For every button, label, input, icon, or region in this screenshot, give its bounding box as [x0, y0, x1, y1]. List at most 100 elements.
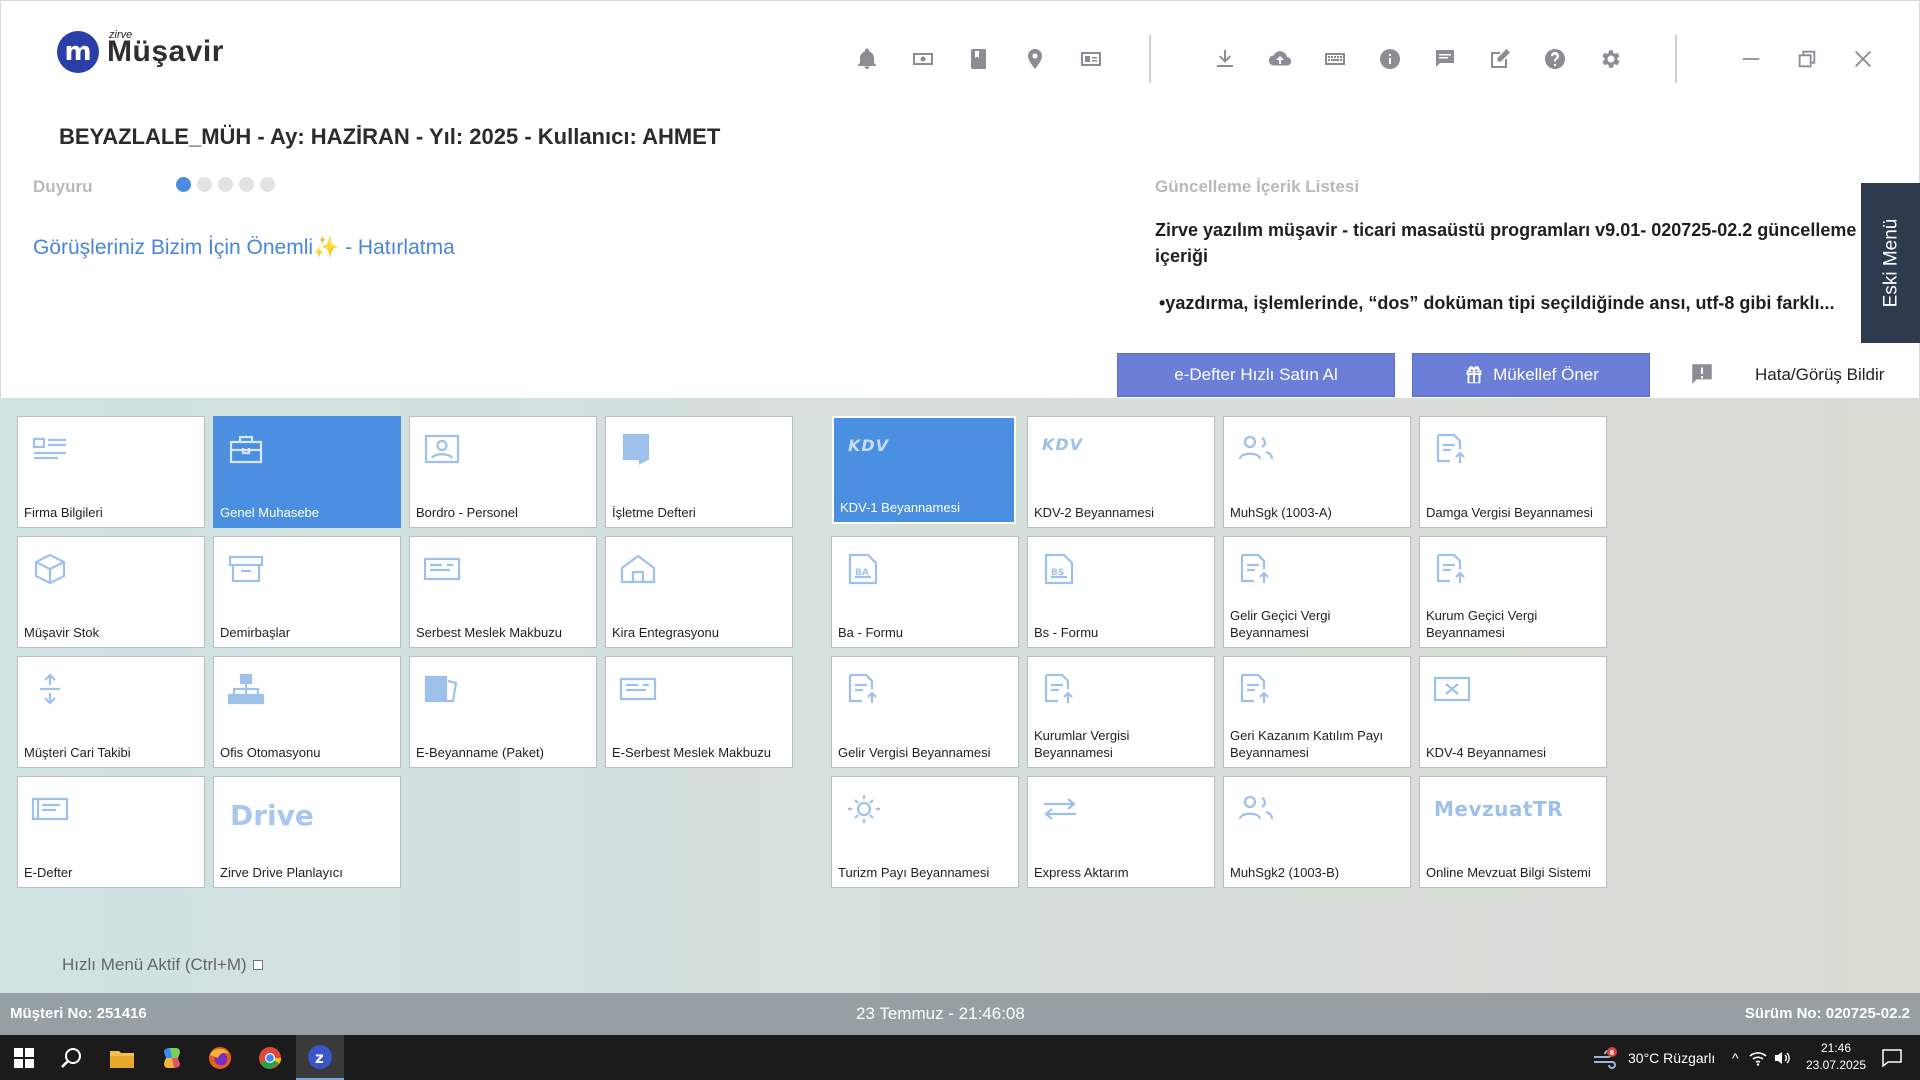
tile-gelir-vergisi[interactable]: Gelir Vergisi Beyannamesi — [831, 656, 1019, 768]
tile-label: Bordro - Personel — [416, 505, 518, 520]
tile-label: Ba - Formu — [838, 625, 904, 640]
status-bar: Müşteri No: 251416 23 Temmuz - 21:46:08 … — [0, 993, 1920, 1035]
logo-brand: zirve — [109, 29, 133, 41]
volume-icon[interactable] — [1773, 1050, 1791, 1066]
tile-label: Online Mevzuat Bilgi Sistemi — [1426, 865, 1591, 880]
tile-label: Firma Bilgileri — [24, 505, 103, 520]
tile-serbest-meslek-makbuzu[interactable]: Serbest Meslek Makbuzu — [409, 536, 597, 648]
info-icon[interactable] — [1372, 41, 1408, 77]
update-list-label: Güncelleme İçerik Listesi — [1155, 177, 1360, 196]
svg-text:6: 6 — [1610, 1049, 1615, 1057]
tile-bordro-personel[interactable]: Bordro - Personel — [409, 416, 597, 528]
tile-ba-formu[interactable]: BA Ba - Formu — [831, 536, 1019, 648]
tile-ofis-otomasyonu[interactable]: Ofis Otomasyonu — [213, 656, 401, 768]
weather-widget[interactable]: 6 30°C Rüzgarlı — [1592, 1035, 1715, 1080]
toolbar-separator — [1675, 35, 1677, 83]
quick-menu-checkbox[interactable] — [252, 960, 263, 970]
pager-dot[interactable] — [218, 177, 233, 192]
chat-icon[interactable] — [1427, 41, 1463, 77]
pager-dot[interactable] — [197, 177, 212, 192]
tile-kurumlar-vergisi[interactable]: Kurumlar Vergisi Beyannamesi — [1027, 656, 1215, 768]
tile-damga-vergisi[interactable]: Damga Vergisi Beyannamesi — [1419, 416, 1607, 528]
chrome-icon[interactable] — [246, 1035, 294, 1080]
tile-turizm-payi[interactable]: Turizm Payı Beyannamesi — [831, 776, 1019, 888]
close-button[interactable] — [1845, 41, 1881, 77]
tile-label: Kurumlar Vergisi Beyannamesi — [1034, 728, 1130, 760]
archive-icon — [226, 553, 266, 585]
doc-upload-icon — [1040, 673, 1080, 705]
tile-gelir-gecici-vergi[interactable]: Gelir Geçici Vergi Beyannamesi — [1223, 536, 1411, 648]
firefox-icon[interactable] — [196, 1035, 244, 1080]
version-number: Sürüm No: 020725-02.2 — [1744, 1005, 1910, 1022]
quick-menu-toggle[interactable]: Hızlı Menü Aktif (Ctrl+M) — [62, 955, 263, 975]
tile-demirbaslar[interactable]: Demirbaşlar — [213, 536, 401, 648]
minimize-button[interactable] — [1733, 41, 1769, 77]
feedback-link[interactable]: Hata/Görüş Bildir — [1755, 365, 1884, 385]
briefcase-icon — [226, 433, 266, 465]
kdv-logo: KDV — [1042, 435, 1084, 454]
doc-upload-icon — [1432, 433, 1472, 465]
tile-kira-entegrasyonu[interactable]: Kira Entegrasyonu — [605, 536, 793, 648]
restore-button[interactable] — [1789, 41, 1825, 77]
download-icon[interactable] — [1207, 41, 1243, 77]
tile-muhsgk2-1003b[interactable]: MuhSgk2 (1003-B) — [1223, 776, 1411, 888]
edefter-buy-button[interactable]: e-Defter Hızlı Satın Al — [1117, 353, 1395, 397]
zirve-app-icon[interactable]: z — [296, 1035, 344, 1080]
recommend-taxpayer-button[interactable]: Mükellef Öner — [1412, 353, 1650, 397]
tile-geri-kazanim-katilim-payi[interactable]: Geri Kazanım Katılım Payı Beyannamesi — [1223, 656, 1411, 768]
card-icon[interactable] — [1073, 41, 1109, 77]
announcement-link[interactable]: Görüşleriniz Bizim İçin Önemli✨ - Hatırl… — [33, 236, 455, 260]
tile-bs-formu[interactable]: BS Bs - Formu — [1027, 536, 1215, 648]
location-icon[interactable] — [1017, 41, 1053, 77]
cloud-upload-icon[interactable] — [1262, 41, 1298, 77]
windows-start-icon[interactable] — [0, 1035, 48, 1080]
ba-doc-icon: BA — [844, 553, 884, 585]
money-icon[interactable] — [905, 41, 941, 77]
tile-kdv4-beyannamesi[interactable]: KDV-4 Beyannamesi — [1419, 656, 1607, 768]
keyboard-icon[interactable] — [1317, 41, 1353, 77]
tile-label: Damga Vergisi Beyannamesi — [1426, 505, 1593, 520]
book-icon[interactable] — [961, 41, 997, 77]
gear-icon[interactable] — [1592, 41, 1628, 77]
old-menu-label: Eski Menü — [1880, 218, 1902, 308]
copilot-icon[interactable] — [148, 1035, 196, 1080]
file-explorer-icon[interactable] — [98, 1035, 146, 1080]
notification-icon[interactable] — [1872, 1035, 1912, 1080]
feedback-icon[interactable] — [1689, 361, 1715, 387]
tray-clock[interactable]: 21:46 23.07.2025 — [1796, 1040, 1876, 1074]
tile-zirve-drive-planlayici[interactable]: Drive Zirve Drive Planlayıcı — [213, 776, 401, 888]
tile-e-beyanname-paket[interactable]: E-Beyanname (Paket) — [409, 656, 597, 768]
tile-muhsgk-1003a[interactable]: MuhSgk (1003-A) — [1223, 416, 1411, 528]
tile-kdv1-beyannamesi[interactable]: KDV KDV-1 Beyannamesi — [832, 416, 1016, 524]
wifi-icon[interactable] — [1749, 1050, 1767, 1066]
bell-icon[interactable] — [849, 41, 885, 77]
tile-e-defter[interactable]: E-Defter — [17, 776, 205, 888]
sun-icon — [844, 793, 884, 825]
svg-text:BA: BA — [855, 568, 869, 578]
tile-kdv2-beyannamesi[interactable]: KDV KDV-2 Beyannamesi — [1027, 416, 1215, 528]
announcement-link-text: Görüşleriniz Bizim İçin Önemli — [33, 236, 314, 259]
pager-dot[interactable] — [176, 177, 191, 192]
old-menu-tab[interactable]: Eski Menü — [1861, 183, 1920, 343]
help-icon[interactable] — [1537, 41, 1573, 77]
tile-genel-muhasebe[interactable]: Genel Muhasebe — [213, 416, 401, 528]
pager-dot[interactable] — [260, 177, 275, 192]
tile-musteri-cari-takibi[interactable]: Müşteri Cari Takibi — [17, 656, 205, 768]
tile-musavir-stok[interactable]: Müşavir Stok — [17, 536, 205, 648]
tile-label: E-Serbest Meslek Makbuzu — [612, 745, 771, 760]
arrows-icon — [1040, 793, 1080, 825]
tile-label: Gelir Geçici Vergi Beyannamesi — [1230, 608, 1331, 640]
update-title[interactable]: Zirve yazılım müşavir - ticari masaüstü … — [1155, 217, 1865, 269]
sparkle-icon: ✨ — [313, 236, 340, 259]
tile-express-aktarim[interactable]: Express Aktarım — [1027, 776, 1215, 888]
tile-e-serbest-meslek-makbuzu[interactable]: E-Serbest Meslek Makbuzu — [605, 656, 793, 768]
edit-note-icon[interactable] — [1482, 41, 1518, 77]
search-icon[interactable] — [48, 1035, 96, 1080]
tile-kurum-gecici-vergi[interactable]: Kurum Geçici Vergi Beyannamesi — [1419, 536, 1607, 648]
tile-online-mevzuat[interactable]: MevzuatTR Online Mevzuat Bilgi Sistemi — [1419, 776, 1607, 888]
tile-isletme-defteri[interactable]: İşletme Defteri — [605, 416, 793, 528]
tile-firma-bilgileri[interactable]: Firma Bilgileri — [17, 416, 205, 528]
pager-dot[interactable] — [239, 177, 254, 192]
chevron-up-icon[interactable]: ^ — [1732, 1050, 1739, 1066]
logo-mark: m — [57, 31, 99, 73]
